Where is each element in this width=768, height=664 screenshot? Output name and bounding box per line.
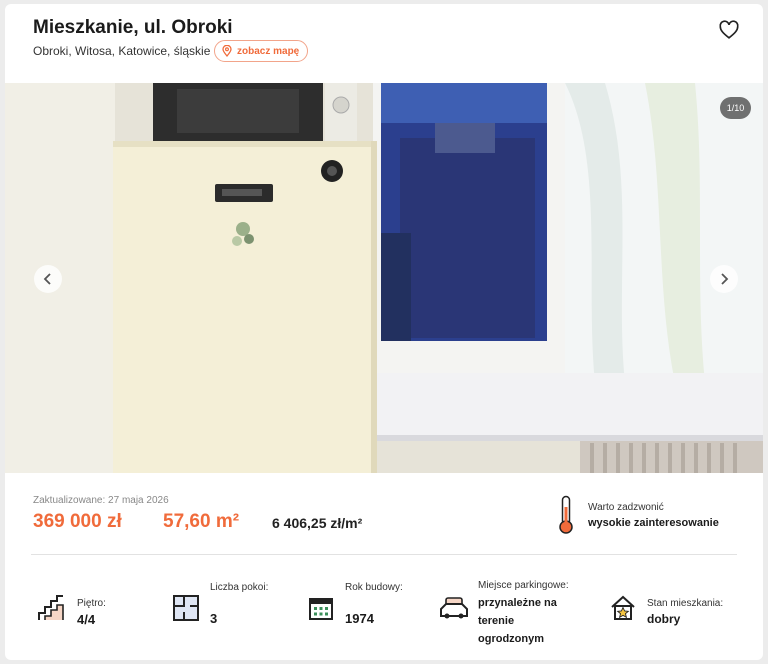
listing-header: Mieszkanie, ul. Obroki Obroki, Witosa, K…	[5, 4, 763, 83]
feature-floor-value: 4/4	[77, 612, 96, 627]
divider	[31, 554, 737, 555]
feature-rooms-value: 3	[210, 611, 218, 626]
feature-condition-label: Stan mieszkania:	[647, 598, 724, 609]
price: 369 000 zł	[33, 511, 122, 532]
calendar-icon	[309, 598, 333, 620]
map-pin-icon	[222, 45, 232, 57]
show-map-button[interactable]: zobacz mapę	[214, 40, 309, 62]
show-map-label: zobacz mapę	[237, 45, 300, 57]
listing-title: Mieszkanie, ul. Obroki	[33, 17, 233, 38]
feature-rooms-label: Liczba pokoi:	[210, 582, 269, 593]
photo-counter: 1/10	[720, 97, 751, 119]
feature-condition-value: dobry	[647, 612, 681, 626]
feature-floor-label: Piętro:	[77, 598, 106, 609]
previous-photo-button[interactable]	[34, 265, 62, 293]
interest-hint-label: Warto zadzwonić	[588, 502, 664, 513]
feature-year-label: Rok budowy:	[345, 582, 403, 593]
price-per-m2: 6 406,25 zł/m²	[272, 515, 363, 531]
updated-date: Zaktualizowane: 27 maja 2026	[33, 495, 169, 506]
chevron-right-icon	[721, 273, 729, 285]
interest-hint-value: wysokie zainteresowanie	[588, 517, 719, 529]
thermometer-icon	[559, 495, 573, 534]
stairs-icon	[38, 595, 64, 620]
favorite-heart-icon[interactable]	[718, 19, 740, 41]
chevron-left-icon	[43, 273, 51, 285]
next-photo-button[interactable]	[710, 265, 738, 293]
photo-gallery[interactable]: 1/10	[5, 83, 763, 473]
parking-car-icon	[440, 597, 468, 619]
house-star-icon	[611, 595, 635, 620]
floor-plan-icon	[173, 595, 199, 621]
listing-address: Obroki, Witosa, Katowice, śląskie	[33, 44, 211, 58]
feature-parking-value: przynależne na terenie ogrodzonym	[478, 597, 557, 645]
area: 57,60 m²	[163, 511, 240, 532]
feature-parking-label: Miejsce parkingowe:	[478, 580, 569, 591]
listing-card: Mieszkanie, ul. Obroki Obroki, Witosa, K…	[5, 4, 763, 660]
listing-photo	[5, 83, 763, 473]
feature-year-value: 1974	[345, 611, 374, 626]
